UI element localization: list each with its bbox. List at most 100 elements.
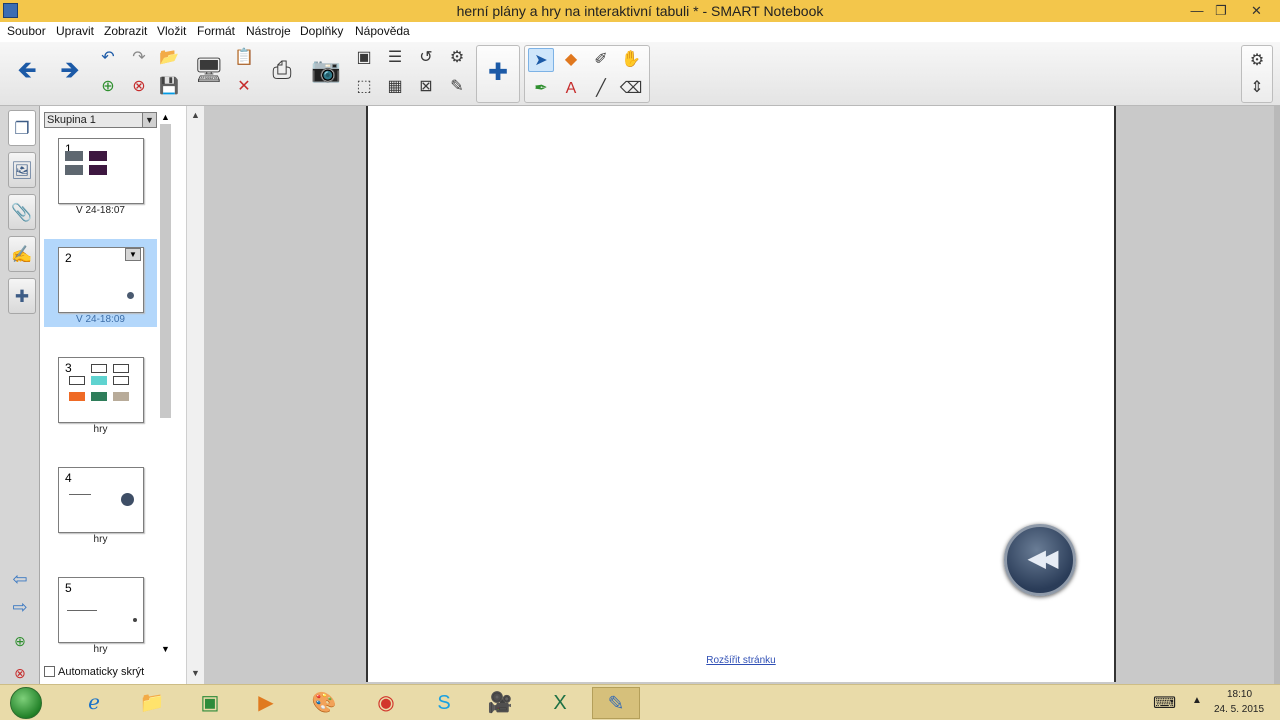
settings-group: ⚙ ⇕ — [1241, 45, 1273, 103]
object-properties-button[interactable]: ⚙ — [444, 46, 470, 70]
keyboard-icon[interactable]: ⌨ — [1153, 693, 1176, 713]
shapes-tool-button[interactable]: ◆ — [558, 48, 584, 72]
menu-doplnky[interactable]: Doplňky — [300, 24, 343, 38]
internet-explorer-icon[interactable]: ℯ — [70, 687, 118, 719]
workspace: Rozšířit stránku ◀◀ — [204, 106, 1280, 684]
title-bar: herní plány a hry na interaktivní tabuli… — [0, 0, 1280, 22]
scroll-down-icon[interactable]: ▼ — [161, 644, 170, 654]
video-app-icon[interactable]: 🎥 — [476, 687, 524, 719]
scroll-down-icon[interactable]: ▼ — [191, 668, 200, 678]
add-page-button[interactable]: ⊕ — [95, 75, 121, 99]
move-toolbar-icon[interactable]: ⇕ — [1244, 76, 1270, 100]
store-icon[interactable]: ▣ — [186, 687, 234, 719]
attachments-tab-icon[interactable]: 📎 — [8, 194, 36, 230]
display-screen-button[interactable]: 🖥 — [192, 54, 226, 88]
autohide-checkbox[interactable]: Automaticky skrýt — [44, 666, 144, 678]
sorter-collapse-strip[interactable]: ▲ ▼ — [186, 106, 204, 684]
eraser-tool-button[interactable]: ✐ — [588, 48, 614, 72]
addons-group: ✚ — [476, 45, 520, 103]
delete-page-button[interactable]: ⊗ — [126, 75, 152, 99]
rewind-button-icon[interactable]: ◀◀ — [1004, 524, 1076, 596]
undo-button[interactable]: ↶ — [95, 46, 121, 70]
scrollbar-thumb[interactable] — [160, 124, 171, 418]
thumbnail-preview: 1 — [58, 138, 144, 204]
page-sorter-tab-icon[interactable]: ❐ — [8, 110, 36, 146]
pen-tool-button[interactable]: ✒ — [528, 77, 554, 101]
page-thumbnail-4[interactable]: 4 hry — [44, 459, 157, 547]
capture-toolbar-button[interactable]: ▣ — [351, 46, 377, 70]
thumbnail-block — [89, 165, 107, 175]
smart-notebook-taskbar-icon[interactable]: ✎ — [592, 687, 640, 719]
gallery-tab-icon[interactable]: 🖼 — [8, 152, 36, 188]
thumbnail-box — [113, 364, 129, 373]
clock-time[interactable]: 18:10 — [1227, 689, 1252, 700]
chrome-icon[interactable]: ◉ — [362, 687, 410, 719]
chevron-down-icon[interactable]: ▼ — [142, 113, 156, 127]
full-screen-button[interactable]: ⬚ — [351, 75, 377, 99]
notebook-page-canvas[interactable]: Rozšířit stránku — [366, 106, 1116, 682]
addons-puzzle-icon[interactable]: ✚ — [481, 56, 515, 90]
scroll-up-icon[interactable]: ▲ — [161, 112, 170, 122]
menu-napoveda[interactable]: Nápověda — [355, 24, 410, 38]
checkbox-box[interactable] — [44, 666, 55, 677]
document-camera-button[interactable]: 📷 — [309, 54, 343, 88]
addons-tab-icon[interactable]: ✚ — [8, 278, 36, 314]
page-thumbnail-1[interactable]: 1 V 24-18:07 — [44, 130, 157, 218]
fill-tool-button[interactable]: ✋ — [618, 48, 644, 72]
previous-page-button[interactable]: 🡸 — [10, 54, 44, 88]
rotate-button[interactable]: ↺ — [413, 46, 439, 70]
page-thumbnail-3[interactable]: 3 hry — [44, 349, 157, 437]
window-title: herní plány a hry na interaktivní tabuli… — [456, 3, 824, 19]
save-button[interactable]: 💾 — [156, 75, 182, 99]
start-button-icon[interactable] — [10, 687, 42, 719]
maximize-button[interactable]: ❐ — [1207, 0, 1235, 22]
menu-vlozit[interactable]: Vložit — [157, 24, 186, 38]
skype-icon[interactable]: S — [420, 687, 468, 719]
clock-date[interactable]: 24. 5. 2015 — [1214, 704, 1264, 715]
tray-expand-icon[interactable]: ▲ — [1192, 695, 1202, 706]
delete-page-icon[interactable]: ⊗ — [6, 662, 34, 684]
menu-zobrazit[interactable]: Zobrazit — [104, 24, 147, 38]
line-tool-button[interactable]: ╱ — [588, 77, 614, 101]
close-toolbar-button[interactable]: ⊠ — [413, 75, 439, 99]
add-page-icon[interactable]: ⊕ — [6, 630, 34, 652]
redo-button[interactable]: ↷ — [126, 46, 152, 70]
paint-icon[interactable]: 🎨 — [300, 687, 348, 719]
properties-tab-icon[interactable]: ✍ — [8, 236, 36, 272]
paste-button[interactable]: 📋 — [231, 46, 257, 70]
group-select-value: Skupina 1 — [47, 114, 96, 126]
next-page-arrow-icon[interactable]: ⇨ — [6, 596, 34, 618]
page-number: 5 — [65, 581, 72, 595]
sorter-scrollbar[interactable]: ▲ ▼ — [159, 112, 173, 658]
open-file-button[interactable]: 📂 — [156, 46, 182, 70]
previous-page-arrow-icon[interactable]: ⇦ — [6, 568, 34, 590]
magic-pen-button[interactable]: ⌫ — [618, 77, 644, 101]
pens-button[interactable]: ✎ — [444, 75, 470, 99]
insert-table-button[interactable]: ▦ — [382, 75, 408, 99]
page-sorter: Skupina 1 ▼ 1 V 24-18:07 2 ▼ V 24-18:09 … — [40, 106, 186, 684]
file-explorer-icon[interactable]: 📁 — [128, 687, 176, 719]
next-page-button[interactable]: 🡺 — [53, 54, 87, 88]
menu-format[interactable]: Formát — [197, 24, 235, 38]
screen-shade-button[interactable]: ⎙ — [265, 54, 299, 88]
align-button[interactable]: ☰ — [382, 46, 408, 70]
page-thumbnail-5[interactable]: 5 hry — [44, 569, 157, 657]
scroll-up-icon[interactable]: ▲ — [191, 110, 200, 120]
media-player-icon[interactable]: ▶ — [242, 687, 290, 719]
excel-icon[interactable]: X — [536, 687, 584, 719]
menu-soubor[interactable]: Soubor — [7, 24, 46, 38]
thumbnail-box — [91, 392, 107, 401]
delete-button[interactable]: ✕ — [231, 75, 257, 99]
select-tool-button[interactable]: ➤ — [528, 48, 554, 72]
extend-page-link[interactable]: Rozšířit stránku — [368, 655, 1114, 666]
page-thumbnail-2[interactable]: 2 ▼ V 24-18:09 — [44, 239, 157, 327]
close-button[interactable]: ✕ — [1234, 0, 1279, 22]
group-select[interactable]: Skupina 1 ▼ — [44, 112, 157, 128]
text-tool-button[interactable]: A — [558, 77, 584, 101]
page-menu-chevron-icon[interactable]: ▼ — [125, 248, 141, 261]
menu-nastroje[interactable]: Nástroje — [246, 24, 291, 38]
tools-group: ➤ ◆ ✐ ✋ ✒ A ╱ ⌫ — [524, 45, 650, 103]
menu-upravit[interactable]: Upravit — [56, 24, 94, 38]
thumbnail-box — [91, 376, 107, 385]
settings-gear-icon[interactable]: ⚙ — [1244, 49, 1270, 73]
